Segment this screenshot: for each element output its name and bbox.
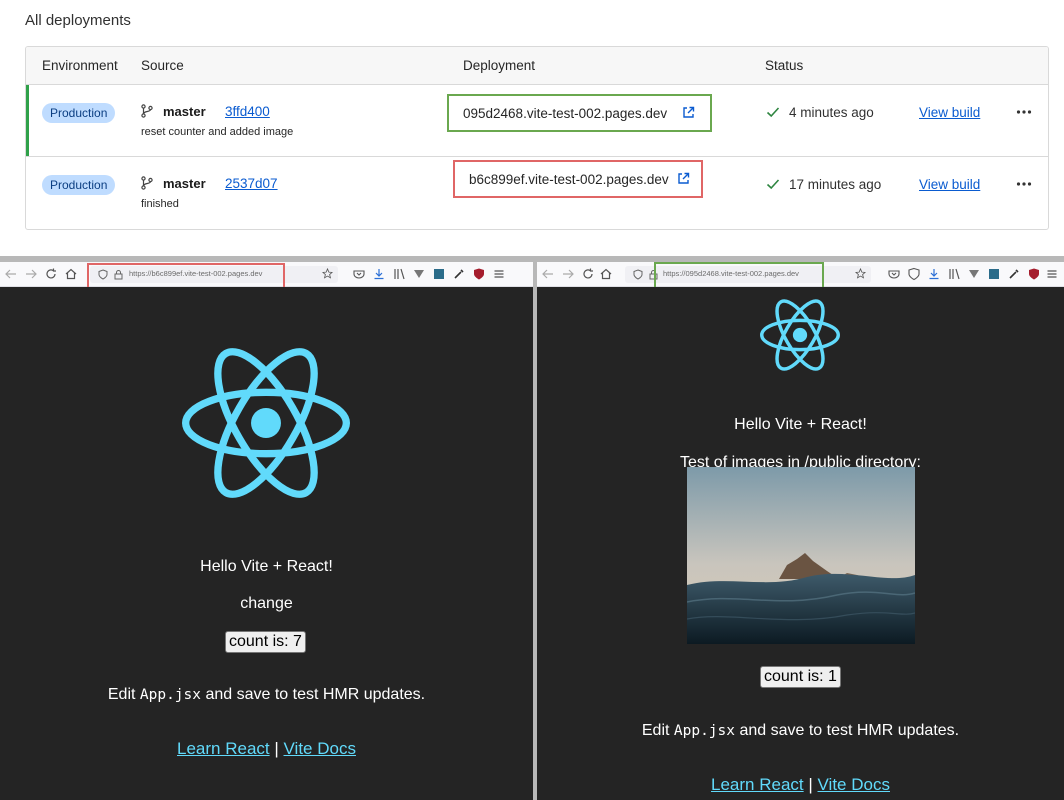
- ublock-icon[interactable]: [472, 267, 486, 281]
- view-build-link[interactable]: View build: [919, 105, 980, 120]
- deployment-url-highlight: b6c899ef.vite-test-002.pages.dev: [453, 160, 703, 198]
- edit-hint-code: App.jsx: [139, 687, 201, 703]
- edit-hint-pre: Edit: [641, 722, 674, 739]
- ublock-icon[interactable]: [1027, 267, 1041, 281]
- download-icon[interactable]: [927, 267, 941, 281]
- edit-hint: Edit App.jsx and save to test HMR update…: [0, 686, 533, 704]
- browser-split-view: https://b6c899ef.vite-test-002.pages.dev: [0, 256, 1064, 800]
- pocket-icon[interactable]: [352, 267, 366, 281]
- section-title: All deployments: [25, 12, 131, 29]
- branch-icon: [141, 104, 153, 118]
- browser-window-right: https://095d2468.vite-test-002.pages.dev: [537, 262, 1064, 800]
- active-deployment-indicator: [26, 85, 29, 156]
- learn-react-link[interactable]: Learn React: [711, 775, 804, 794]
- extension-icon[interactable]: [967, 267, 981, 281]
- column-header-deployment: Deployment: [463, 58, 536, 73]
- back-icon[interactable]: [4, 267, 18, 281]
- more-icon[interactable]: [1016, 181, 1032, 187]
- links-separator: |: [803, 775, 818, 794]
- menu-icon[interactable]: [1045, 267, 1059, 281]
- extension-icon[interactable]: [432, 267, 446, 281]
- edit-hint-post: and save to test HMR updates.: [735, 722, 960, 739]
- commit-message: reset counter and added image: [141, 126, 294, 138]
- status-text: 4 minutes ago: [789, 105, 874, 120]
- star-icon[interactable]: [322, 268, 333, 279]
- forward-icon[interactable]: [24, 267, 38, 281]
- check-icon: [766, 107, 780, 118]
- reload-icon[interactable]: [44, 267, 58, 281]
- forward-icon[interactable]: [561, 267, 575, 281]
- deployments-table: Environment Source Deployment Status Pro…: [25, 46, 1049, 230]
- shield-icon: [633, 269, 643, 280]
- table-row: Production master 2537d07 finished b6c89…: [26, 157, 1048, 229]
- column-header-status: Status: [765, 58, 804, 73]
- table-row: Production master 3ffd400 reset counter …: [26, 85, 1048, 157]
- reload-icon[interactable]: [581, 267, 595, 281]
- home-icon[interactable]: [64, 267, 78, 281]
- back-icon[interactable]: [541, 267, 555, 281]
- react-logo-icon: [760, 299, 840, 371]
- commit-message: finished: [141, 198, 179, 210]
- deployment-url-link[interactable]: 095d2468.vite-test-002.pages.dev: [463, 106, 667, 121]
- library-icon[interactable]: [947, 267, 961, 281]
- menu-icon[interactable]: [492, 267, 506, 281]
- change-text: change: [240, 595, 293, 612]
- external-link-icon[interactable]: [681, 105, 696, 120]
- sea-rock-photo: [687, 467, 915, 644]
- external-link-icon[interactable]: [676, 171, 691, 186]
- view-build-link[interactable]: View build: [919, 177, 980, 192]
- eyedropper-icon[interactable]: [1007, 267, 1021, 281]
- vite-docs-link[interactable]: Vite Docs: [284, 739, 356, 758]
- links-row: Learn React | Vite Docs: [0, 739, 533, 759]
- count-button[interactable]: count is: 7: [225, 631, 306, 653]
- eyedropper-icon[interactable]: [452, 267, 466, 281]
- links-separator: |: [269, 739, 284, 758]
- extension-icon[interactable]: [412, 267, 426, 281]
- more-icon[interactable]: [1016, 109, 1032, 115]
- branch-icon: [141, 176, 153, 190]
- environment-badge: Production: [42, 175, 116, 195]
- browser-window-left: https://b6c899ef.vite-test-002.pages.dev: [0, 262, 533, 800]
- shield-icon[interactable]: [907, 267, 921, 281]
- commit-link[interactable]: 3ffd400: [225, 104, 270, 119]
- status-text: 17 minutes ago: [789, 177, 882, 192]
- deployments-panel: All deployments Environment Source Deplo…: [0, 0, 1064, 256]
- library-icon[interactable]: [392, 267, 406, 281]
- count-button[interactable]: count is: 1: [760, 666, 841, 688]
- vite-docs-link[interactable]: Vite Docs: [818, 775, 890, 794]
- commit-link[interactable]: 2537d07: [225, 176, 278, 191]
- branch-name: master: [163, 104, 206, 119]
- edit-hint: Edit App.jsx and save to test HMR update…: [537, 722, 1064, 740]
- deployment-url-link[interactable]: b6c899ef.vite-test-002.pages.dev: [469, 172, 669, 187]
- edit-hint-pre: Edit: [107, 686, 140, 703]
- app-page: Hello Vite + React! change count is: 7 E…: [0, 287, 533, 800]
- star-icon[interactable]: [855, 268, 866, 279]
- edit-hint-post: and save to test HMR updates.: [201, 686, 426, 703]
- check-icon: [766, 179, 780, 190]
- column-header-source: Source: [141, 58, 184, 73]
- branch-name: master: [163, 176, 206, 191]
- hello-text: Hello Vite + React!: [200, 558, 333, 575]
- app-page: Hello Vite + React! Test of images in /p…: [537, 287, 1064, 800]
- home-icon[interactable]: [599, 267, 613, 281]
- react-logo-icon: [182, 348, 350, 498]
- extension-icon[interactable]: [987, 267, 1001, 281]
- learn-react-link[interactable]: Learn React: [177, 739, 270, 758]
- deployment-url-highlight: 095d2468.vite-test-002.pages.dev: [447, 94, 712, 132]
- hello-text: Hello Vite + React!: [734, 416, 867, 433]
- column-header-environment: Environment: [42, 58, 118, 73]
- environment-badge: Production: [42, 103, 116, 123]
- links-row: Learn React | Vite Docs: [537, 775, 1064, 795]
- table-header: Environment Source Deployment Status: [26, 47, 1048, 85]
- pocket-icon[interactable]: [887, 267, 901, 281]
- download-icon[interactable]: [372, 267, 386, 281]
- edit-hint-code: App.jsx: [673, 723, 735, 739]
